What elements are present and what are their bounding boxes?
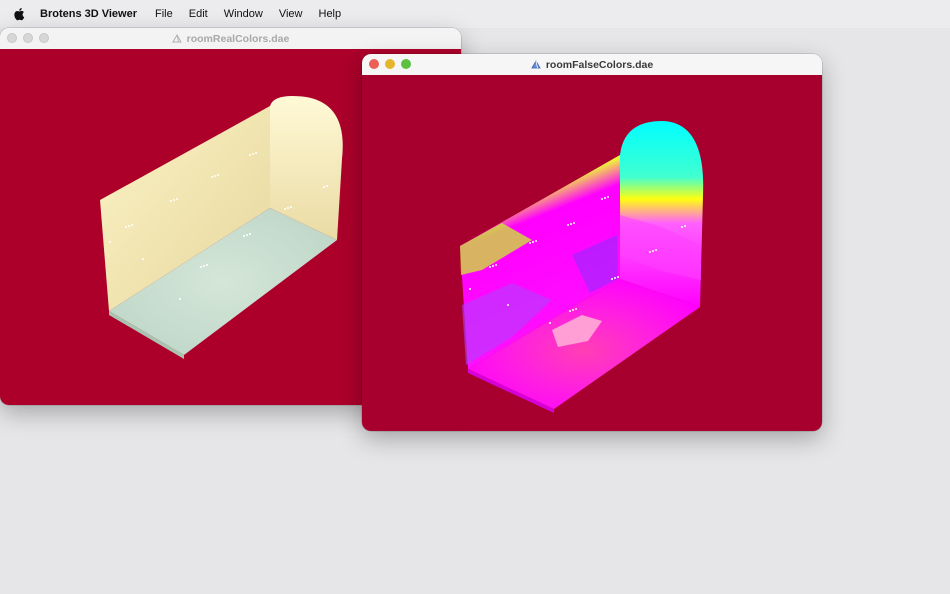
menu-help[interactable]: Help — [319, 8, 342, 20]
traffic-lights — [7, 33, 49, 43]
3d-viewport[interactable] — [362, 75, 822, 431]
menu-file[interactable]: File — [155, 8, 173, 20]
menu-edit[interactable]: Edit — [189, 8, 208, 20]
window-title: roomRealColors.dae — [186, 32, 290, 45]
menu-view[interactable]: View — [279, 8, 303, 20]
3d-document-icon — [531, 59, 542, 70]
close-button[interactable] — [369, 59, 379, 69]
apple-menu-icon[interactable] — [13, 6, 27, 22]
zoom-button[interactable] — [39, 33, 49, 43]
zoom-button[interactable] — [401, 59, 411, 69]
menu-bar: Brotens 3D Viewer File Edit Window View … — [0, 0, 950, 28]
app-name-menu[interactable]: Brotens 3D Viewer — [40, 8, 137, 20]
window-titlebar[interactable]: roomRealColors.dae — [0, 28, 461, 50]
minimize-button[interactable] — [385, 59, 395, 69]
3d-document-icon — [171, 33, 183, 44]
close-button[interactable] — [7, 33, 17, 43]
traffic-lights — [369, 59, 411, 69]
window-room-false-colors[interactable]: roomFalseColors.dae — [362, 54, 822, 431]
window-title: roomFalseColors.dae — [545, 58, 654, 71]
minimize-button[interactable] — [23, 33, 33, 43]
window-titlebar[interactable]: roomFalseColors.dae — [362, 54, 822, 76]
menu-window[interactable]: Window — [224, 8, 263, 20]
